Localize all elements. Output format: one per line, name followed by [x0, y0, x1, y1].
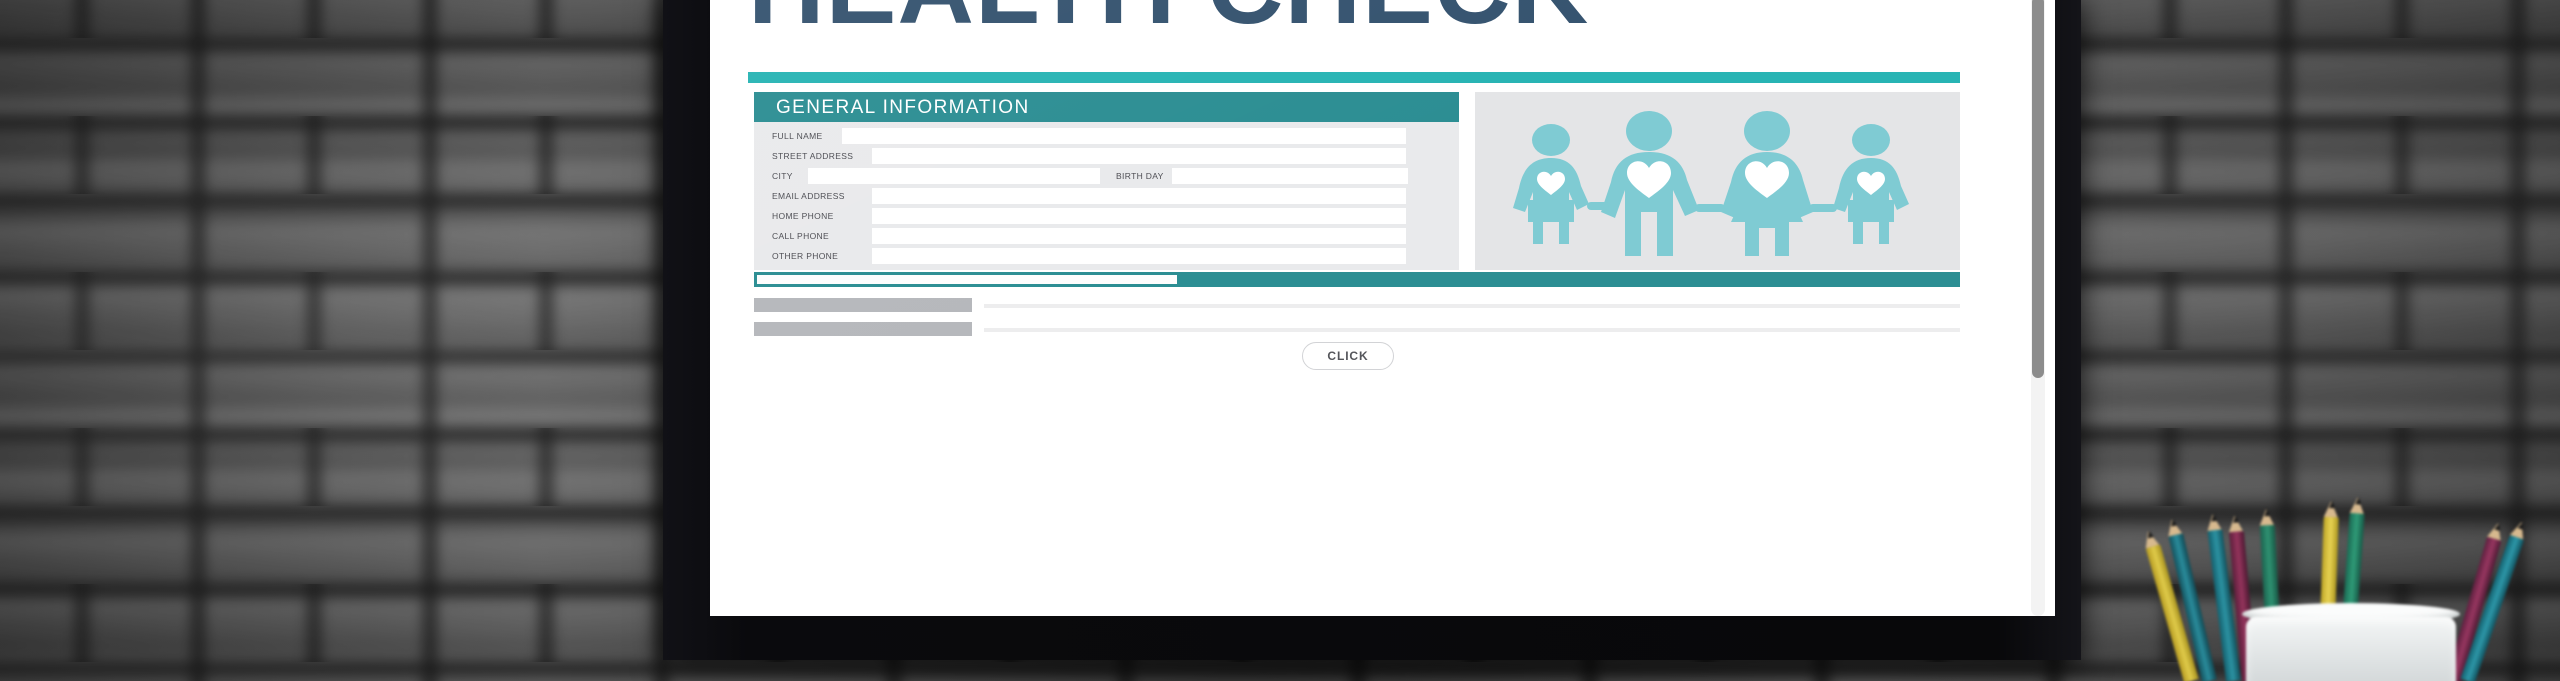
click-button[interactable]: CLICK	[1302, 342, 1394, 370]
placeholder-row-2	[754, 322, 1960, 336]
pencil-lead	[2232, 515, 2239, 523]
page-title: HEALTH CHECK	[748, 0, 1589, 40]
input-email-address[interactable]	[872, 188, 1406, 204]
label-home-phone: HOME PHONE	[772, 211, 834, 221]
input-other-phone[interactable]	[872, 248, 1406, 264]
input-full-name[interactable]	[842, 128, 1406, 144]
form-progress-bar[interactable]	[754, 272, 1960, 287]
form-progress-fill	[757, 275, 1177, 284]
figure-father	[1601, 111, 1699, 256]
label-street-address: STREET ADDRESS	[772, 151, 854, 161]
screenshot-stage: HEALTH CHECK GENERAL INFORMATION FULL NA…	[0, 0, 2560, 681]
label-city: CITY	[772, 171, 793, 181]
title-divider	[748, 72, 1960, 83]
label-email-address: EMAIL ADDRESS	[772, 191, 845, 201]
placeholder-block	[754, 298, 972, 312]
label-full-name: FULL NAME	[772, 131, 823, 141]
label-other-phone: OTHER PHONE	[772, 251, 839, 261]
pencil-lead	[2354, 497, 2362, 505]
input-birth-day[interactable]	[1172, 168, 1408, 184]
pencil-cup	[2141, 496, 2560, 681]
form-row-other-phone: OTHER PHONE	[754, 246, 1459, 266]
form-row-email-address: EMAIL ADDRESS	[754, 186, 1459, 206]
input-home-phone[interactable]	[872, 208, 1406, 224]
input-city[interactable]	[808, 168, 1100, 184]
figure-mother	[1721, 111, 1813, 256]
label-birth-day: BIRTH DAY	[1116, 171, 1164, 181]
input-street-address[interactable]	[872, 148, 1406, 164]
cup-body	[2246, 617, 2456, 681]
vertical-scrollbar-thumb[interactable]	[2032, 0, 2044, 378]
pencil-lead	[2263, 509, 2270, 517]
placeholder-line	[984, 304, 1960, 308]
figure-child-right	[1833, 124, 1909, 244]
form-row-street-address: STREET ADDRESS	[754, 146, 1459, 166]
form-row-call-phone: CALL PHONE	[754, 226, 1459, 246]
form-row-full-name: FULL NAME	[754, 126, 1459, 146]
health-check-page: HEALTH CHECK GENERAL INFORMATION FULL NA…	[710, 0, 2055, 616]
general-information-header-label: GENERAL INFORMATION	[776, 97, 1030, 118]
family-with-hearts-icon	[1513, 111, 1909, 256]
pencil-lead	[2328, 501, 2335, 509]
monitor-screen: HEALTH CHECK GENERAL INFORMATION FULL NA…	[710, 0, 2055, 616]
placeholder-line	[984, 328, 1960, 332]
vertical-scrollbar-track[interactable]	[2031, 0, 2045, 616]
input-call-phone[interactable]	[872, 228, 1406, 244]
label-call-phone: CALL PHONE	[772, 231, 830, 241]
family-illustration-panel	[1475, 92, 1960, 270]
placeholder-block	[754, 322, 972, 336]
form-row-home-phone: HOME PHONE	[754, 206, 1459, 226]
form-row-city-birthday: CITY BIRTH DAY	[754, 166, 1459, 186]
form-field-rows: FULL NAME STREET ADDRESS CITY BIRTH DAY	[754, 122, 1459, 270]
figure-child-left	[1513, 124, 1589, 244]
general-information-panel: GENERAL INFORMATION FULL NAME STREET ADD…	[754, 92, 1459, 270]
pencil-lead	[2169, 518, 2177, 527]
placeholder-row-1	[754, 298, 1960, 312]
pencil-lead	[2210, 513, 2217, 522]
